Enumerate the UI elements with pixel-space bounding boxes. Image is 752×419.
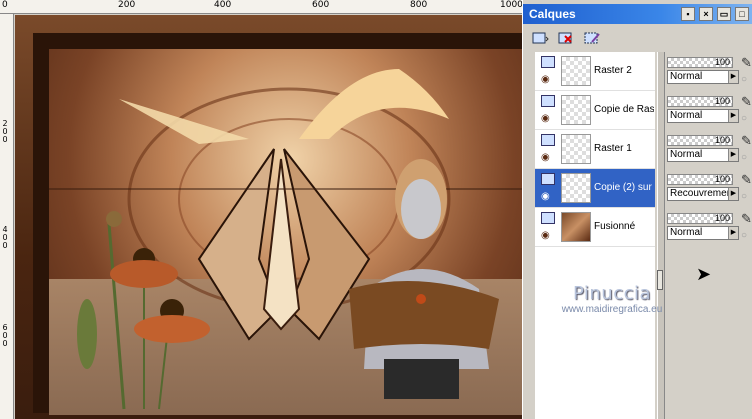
layer-props-row: 100 Recouvrement ▶ ✎ ○ <box>667 169 752 208</box>
layer-row[interactable]: ◉ Raster 2 <box>535 52 655 91</box>
layers-panel: Calques ▪ × ▭ □ ◉ Raster 2 ◉ Copie de Ra… <box>522 0 752 419</box>
edit-pen-icon[interactable]: ✎ <box>741 172 752 188</box>
layer-type-icon <box>541 56 555 68</box>
layer-row[interactable]: ◉ Fusionné <box>535 208 655 247</box>
artwork <box>49 49 533 415</box>
edit-pen-icon[interactable]: ✎ <box>741 211 752 227</box>
watermark-url: www.maidiregrafica.eu <box>561 304 663 315</box>
lock-icon[interactable]: ○ <box>741 152 747 163</box>
dropdown-arrow-icon[interactable]: ▶ <box>728 188 738 200</box>
blend-mode-select[interactable]: Recouvrement ▶ <box>667 187 739 201</box>
pin-icon[interactable]: ▪ <box>681 7 695 21</box>
lock-icon[interactable]: ○ <box>741 113 747 124</box>
ruler-label: 400 <box>214 0 232 10</box>
lock-icon[interactable]: ○ <box>741 230 747 241</box>
layer-name: Raster 2 <box>594 65 632 76</box>
ruler-label: 0 <box>2 241 8 250</box>
opacity-slider[interactable]: 100 <box>667 135 733 146</box>
layer-type-icon <box>541 173 555 185</box>
blend-mode-select[interactable]: Normal ▶ <box>667 148 739 162</box>
layer-type-icon <box>541 95 555 107</box>
blend-mode-value: Normal <box>670 227 703 238</box>
layers-toolbar <box>523 26 752 50</box>
eye-icon[interactable]: ◉ <box>541 230 550 241</box>
layer-props-row: 100 Normal ▶ ✎ ○ <box>667 91 752 130</box>
blend-mode-select[interactable]: Normal ▶ <box>667 226 739 240</box>
layer-thumbnail <box>561 212 591 242</box>
maximize-icon[interactable]: □ <box>735 7 749 21</box>
layer-list[interactable]: ◉ Raster 2 ◉ Copie de Rast ◉ Raster 1 ◉ … <box>535 52 655 419</box>
blend-mode-value: Normal <box>670 110 703 121</box>
blend-mode-select[interactable]: Normal ▶ <box>667 70 739 84</box>
layer-name: Raster 1 <box>594 143 632 154</box>
ruler-label: 800 <box>410 0 428 10</box>
panel-title: Calques <box>529 7 576 21</box>
layer-row[interactable]: ◉ Raster 1 <box>535 130 655 169</box>
ruler-label: 0 <box>2 339 8 348</box>
opacity-slider[interactable]: 100 <box>667 174 733 185</box>
edit-pen-icon[interactable]: ✎ <box>741 133 752 149</box>
panel-splitter[interactable] <box>657 52 665 419</box>
delete-layer-icon[interactable] <box>555 28 577 48</box>
opacity-slider[interactable]: 100 <box>667 213 733 224</box>
layer-properties: 100 Normal ▶ ✎ ○ 100 Normal ▶ ✎ ○ 100 Norm… <box>667 52 752 419</box>
image-canvas[interactable] <box>15 15 533 419</box>
layer-name: Copie (2) sur F <box>594 182 654 193</box>
mouse-cursor-icon: ➤ <box>696 264 712 284</box>
opacity-slider[interactable]: 100 <box>667 96 733 107</box>
ruler-label: 0 <box>2 0 8 10</box>
eye-icon[interactable]: ◉ <box>541 152 550 163</box>
layer-row[interactable]: ◉ Copie de Rast <box>535 91 655 130</box>
layer-name: Fusionné <box>594 221 636 232</box>
dropdown-arrow-icon[interactable]: ▶ <box>728 71 738 83</box>
blend-mode-select[interactable]: Normal ▶ <box>667 109 739 123</box>
ruler-label: 200 <box>118 0 136 10</box>
layer-name: Copie de Rast <box>594 104 654 115</box>
blend-mode-value: Recouvrement <box>670 188 736 199</box>
eye-icon[interactable]: ◉ <box>541 113 550 124</box>
lock-icon[interactable]: ○ <box>741 74 747 85</box>
dropdown-arrow-icon[interactable]: ▶ <box>728 110 738 122</box>
edit-pen-icon[interactable]: ✎ <box>741 94 752 110</box>
ruler-label: 0 <box>2 135 8 144</box>
panel-titlebar[interactable]: Calques ▪ × ▭ □ <box>523 4 752 24</box>
ruler-label: 1000 <box>500 0 523 10</box>
layer-props-row: 100 Normal ▶ ✎ ○ <box>667 208 752 247</box>
layer-row-selected[interactable]: ◉ Copie (2) sur F <box>535 169 655 208</box>
layer-type-icon <box>541 134 555 146</box>
close-icon[interactable]: × <box>699 7 713 21</box>
layer-thumbnail <box>561 173 591 203</box>
opacity-slider[interactable]: 100 <box>667 57 733 68</box>
new-layer-icon[interactable] <box>529 28 551 48</box>
layer-thumbnail <box>561 95 591 125</box>
layer-thumbnail <box>561 56 591 86</box>
eye-icon[interactable]: ◉ <box>541 74 550 85</box>
edit-pen-icon[interactable]: ✎ <box>741 55 752 71</box>
horizontal-ruler: 0 200 400 600 800 1000 <box>0 0 523 14</box>
dropdown-arrow-icon[interactable]: ▶ <box>728 149 738 161</box>
layer-props-row: 100 Normal ▶ ✎ ○ <box>667 130 752 169</box>
blend-mode-value: Normal <box>670 149 703 160</box>
ruler-label: 600 <box>312 0 330 10</box>
vertical-ruler: 2 0 0 4 0 0 6 0 0 <box>0 14 14 419</box>
artwork-shapes <box>49 69 533 410</box>
layer-thumbnail <box>561 134 591 164</box>
watermark: Pinuccia www.maidiregrafica.eu <box>552 283 672 315</box>
layer-type-icon <box>541 212 555 224</box>
eye-icon[interactable]: ◉ <box>541 191 550 202</box>
watermark-name: Pinuccia <box>572 283 652 304</box>
layer-props-row: 100 Normal ▶ ✎ ○ <box>667 52 752 91</box>
blend-mode-value: Normal <box>670 71 703 82</box>
edit-mask-icon[interactable] <box>581 28 603 48</box>
dropdown-arrow-icon[interactable]: ▶ <box>728 227 738 239</box>
lock-icon[interactable]: ○ <box>741 191 747 202</box>
restore-icon[interactable]: ▭ <box>717 7 731 21</box>
